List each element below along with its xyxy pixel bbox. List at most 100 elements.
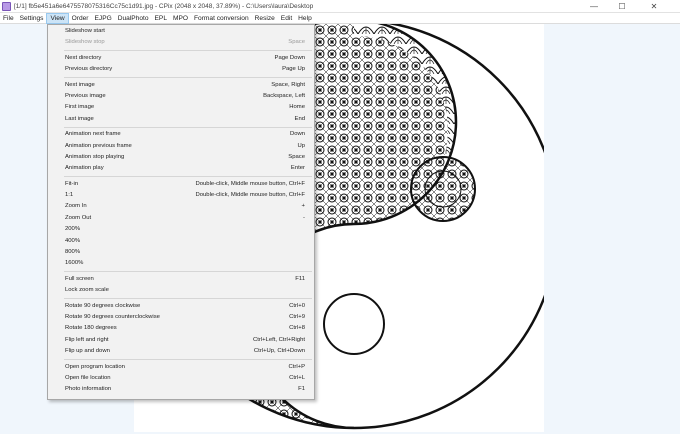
menu-item-label: Rotate 90 degrees counterclockwise bbox=[65, 313, 160, 320]
menu-separator bbox=[64, 271, 312, 273]
menu-item-label: Animation next frame bbox=[65, 131, 121, 138]
menu-item-label: Full screen bbox=[65, 275, 94, 282]
menu-item-800[interactable]: 800% bbox=[48, 247, 314, 258]
menu-item-flip-left-and-right[interactable]: Flip left and right Ctrl+Left, Ctrl+Right bbox=[48, 335, 314, 346]
menu-item-label: Open file location bbox=[65, 374, 111, 381]
menu-epl[interactable]: EPL bbox=[152, 13, 170, 24]
menu-item-fit-in[interactable]: Fit-in Double-click, Middle mouse button,… bbox=[48, 179, 314, 190]
menu-item-shortcut: Ctrl+P bbox=[288, 363, 305, 370]
menu-item-rotate-90-degrees-clockwise[interactable]: Rotate 90 degrees clockwise Ctrl+0 bbox=[48, 301, 314, 312]
menu-item-label: Animation stop playing bbox=[65, 153, 125, 160]
menu-item-label: 1600% bbox=[65, 260, 84, 267]
menu-item-shortcut: Ctrl+Left, Ctrl+Right bbox=[252, 336, 305, 343]
menu-item-1600[interactable]: 1600% bbox=[48, 258, 314, 269]
menu-item-shortcut: Double-click, Middle mouse button, Ctrl+… bbox=[195, 192, 305, 199]
menu-item-lock-zoom-scale[interactable]: Lock zoom scale bbox=[48, 285, 314, 296]
menu-item-flip-up-and-down[interactable]: Flip up and down Ctrl+Up, Ctrl+Down bbox=[48, 346, 314, 357]
menu-item-animation-next-frame[interactable]: Animation next frame Down bbox=[48, 129, 314, 140]
menu-file[interactable]: File bbox=[0, 13, 17, 24]
menu-item-shortcut: Ctrl+8 bbox=[289, 325, 305, 332]
menu-item-label: Fit-in bbox=[65, 180, 79, 187]
menu-item-zoom-in[interactable]: Zoom In + bbox=[48, 201, 314, 212]
menu-item-label: Previous directory bbox=[65, 66, 113, 73]
minimize-button[interactable]: — bbox=[580, 0, 608, 13]
menu-item-shortcut: Ctrl+L bbox=[289, 374, 305, 381]
menu-mpo[interactable]: MPO bbox=[170, 13, 191, 24]
menu-item-animation-previous-frame[interactable]: Animation previous frame Up bbox=[48, 141, 314, 152]
menu-item-shortcut: Enter bbox=[290, 165, 305, 172]
menu-item-shortcut: Space, Right bbox=[271, 81, 305, 88]
menu-item-label: Rotate 90 degrees clockwise bbox=[65, 302, 141, 309]
menu-item-slideshow-stop: Slideshow stop Space bbox=[48, 37, 314, 48]
menu-item-zoom-out[interactable]: Zoom Out - bbox=[48, 213, 314, 224]
menu-item-shortcut: F1 bbox=[298, 386, 305, 393]
menu-item-previous-directory[interactable]: Previous directory Page Up bbox=[48, 64, 314, 75]
menu-item-label: 800% bbox=[65, 249, 81, 256]
menu-item-open-program-location[interactable]: Open program location Ctrl+P bbox=[48, 362, 314, 373]
view-menu-dropdown: Slideshow start Slideshow stop Space Next d… bbox=[47, 24, 315, 400]
menu-edit[interactable]: Edit bbox=[278, 13, 295, 24]
menu-format-conversion[interactable]: Format conversion bbox=[191, 13, 252, 24]
menu-item-shortcut: Ctrl+0 bbox=[289, 302, 305, 309]
menu-help[interactable]: Help bbox=[295, 13, 315, 24]
menu-item-next-image[interactable]: Next image Space, Right bbox=[48, 80, 314, 91]
menu-item-label: Open program location bbox=[65, 363, 125, 370]
menu-item-last-image[interactable]: Last image End bbox=[48, 114, 314, 125]
menu-separator bbox=[64, 359, 312, 361]
menu-item-shortcut: + bbox=[301, 203, 305, 210]
menu-item-shortcut: Up bbox=[297, 142, 305, 149]
menu-item-label: 1:1 bbox=[65, 192, 74, 199]
app-icon bbox=[2, 1, 11, 11]
menu-item-label: Photo information bbox=[65, 386, 112, 393]
menu-item-label: Zoom In bbox=[65, 203, 87, 210]
menu-bar: File Settings View Order EJPG DualPhoto EPL MPO… bbox=[0, 12, 680, 24]
menu-settings[interactable]: Settings bbox=[17, 13, 47, 24]
menu-item-label: Rotate 180 degrees bbox=[65, 325, 117, 332]
menu-item-1-1[interactable]: 1:1 Double-click, Middle mouse button, Ct… bbox=[48, 190, 314, 201]
menu-item-shortcut: Backspace, Left bbox=[263, 92, 305, 99]
menu-item-photo-information[interactable]: Photo information F1 bbox=[48, 384, 314, 395]
menu-item-shortcut: Page Down bbox=[274, 54, 305, 61]
menu-resize[interactable]: Resize bbox=[252, 13, 278, 24]
menu-item-label: 200% bbox=[65, 226, 81, 233]
menu-separator bbox=[64, 77, 312, 79]
menu-item-label: Lock zoom scale bbox=[65, 287, 109, 294]
menu-item-open-file-location[interactable]: Open file location Ctrl+L bbox=[48, 373, 314, 384]
title-bar: [1/1] fb5e451a6e6475578075316Cc75c1d91.j… bbox=[0, 0, 680, 13]
menu-item-label: Animation play bbox=[65, 165, 104, 172]
menu-ejpg[interactable]: EJPG bbox=[92, 13, 115, 24]
menu-separator bbox=[64, 50, 312, 52]
menu-separator bbox=[64, 176, 312, 178]
menu-item-label: Zoom Out bbox=[65, 214, 92, 221]
menu-item-label: Last image bbox=[65, 115, 94, 122]
menu-item-animation-play[interactable]: Animation play Enter bbox=[48, 163, 314, 174]
menu-separator bbox=[64, 126, 312, 128]
menu-item-label: Slideshow stop bbox=[65, 39, 105, 46]
menu-item-slideshow-start[interactable]: Slideshow start bbox=[48, 26, 314, 37]
menu-item-shortcut: Home bbox=[289, 104, 305, 111]
menu-item-shortcut: Down bbox=[289, 131, 305, 138]
maximize-button[interactable]: ☐ bbox=[608, 0, 636, 13]
menu-item-shortcut: Space bbox=[288, 153, 305, 160]
menu-item-label: First image bbox=[65, 104, 95, 111]
menu-item-full-screen[interactable]: Full screen F11 bbox=[48, 274, 314, 285]
menu-dualphoto[interactable]: DualPhoto bbox=[115, 13, 152, 24]
menu-item-200[interactable]: 200% bbox=[48, 224, 314, 235]
menu-view[interactable]: View bbox=[46, 12, 69, 24]
menu-item-label: Previous image bbox=[65, 92, 106, 99]
menu-item-first-image[interactable]: First image Home bbox=[48, 102, 314, 113]
menu-item-400[interactable]: 400% bbox=[48, 236, 314, 247]
menu-item-rotate-180-degrees[interactable]: Rotate 180 degrees Ctrl+8 bbox=[48, 323, 314, 334]
menu-item-rotate-90-degrees-counterclockwise[interactable]: Rotate 90 degrees counterclockwise Ctrl+9 bbox=[48, 312, 314, 323]
menu-item-shortcut: Space bbox=[288, 39, 305, 46]
menu-item-label: Next image bbox=[65, 81, 95, 88]
menu-order[interactable]: Order bbox=[69, 13, 92, 24]
menu-item-shortcut: Ctrl+Up, Ctrl+Down bbox=[253, 348, 305, 355]
window-title: [1/1] fb5e451a6e6475578075316Cc75c1d91.j… bbox=[14, 2, 314, 10]
close-button[interactable]: ✕ bbox=[640, 0, 668, 13]
menu-item-previous-image[interactable]: Previous image Backspace, Left bbox=[48, 91, 314, 102]
menu-item-shortcut: Page Up bbox=[282, 66, 305, 73]
menu-item-next-directory[interactable]: Next directory Page Down bbox=[48, 53, 314, 64]
menu-separator bbox=[64, 298, 312, 300]
menu-item-animation-stop-playing[interactable]: Animation stop playing Space bbox=[48, 152, 314, 163]
